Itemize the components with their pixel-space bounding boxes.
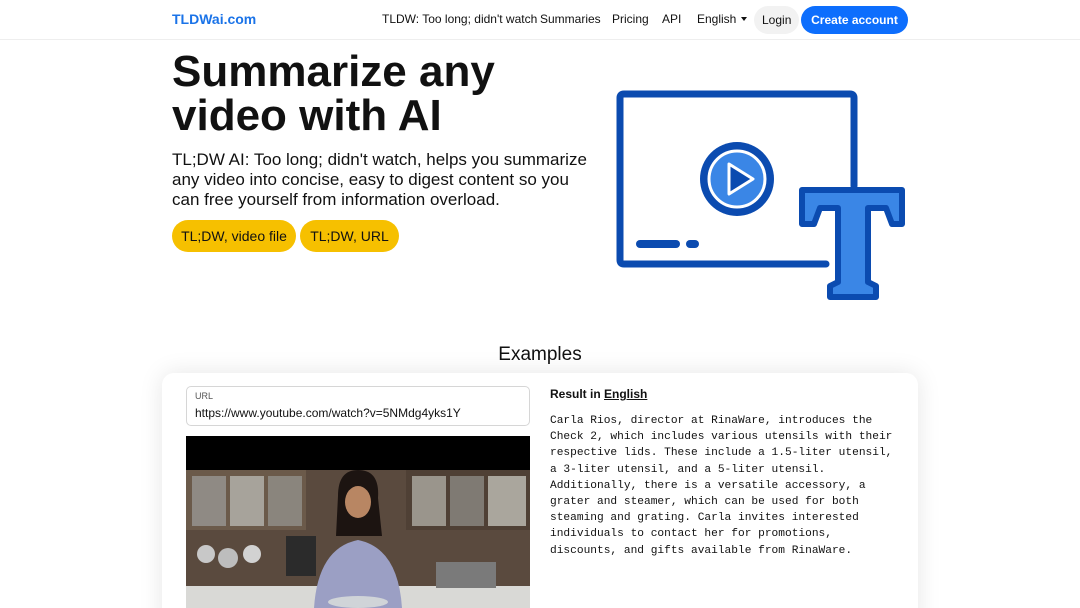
- result-language-link[interactable]: English: [604, 387, 647, 401]
- kitchen-scene-image: [186, 436, 530, 608]
- tldw-url-button[interactable]: TL;DW, URL: [300, 220, 399, 252]
- language-dropdown-label: English: [697, 12, 737, 26]
- url-field[interactable]: URL https://www.youtube.com/watch?v=5NMd…: [186, 386, 530, 426]
- login-button[interactable]: Login: [754, 6, 800, 34]
- url-field-label: URL: [195, 391, 214, 401]
- chevron-down-icon: [741, 16, 748, 21]
- url-field-value[interactable]: https://www.youtube.com/watch?v=5NMdg4yk…: [195, 406, 461, 420]
- examples-heading: Examples: [498, 344, 582, 365]
- nav-link-summaries[interactable]: Summaries: [540, 12, 601, 26]
- nav-link-api[interactable]: API: [662, 12, 681, 26]
- language-dropdown[interactable]: English: [697, 12, 748, 26]
- video-thumbnail[interactable]: [186, 436, 530, 608]
- result-heading: Result in English: [550, 387, 647, 401]
- nav-link-pricing[interactable]: Pricing: [612, 12, 649, 26]
- top-navbar: TLDWai.com TLDW: Too long; didn't watch …: [0, 0, 1080, 40]
- hero-subtitle: TL;DW AI: Too long; didn't watch, helps …: [172, 150, 587, 209]
- brand-logo-link[interactable]: TLDWai.com: [172, 11, 256, 27]
- tldw-video-file-button[interactable]: TL;DW, video file: [172, 220, 296, 252]
- create-account-button[interactable]: Create account: [801, 6, 908, 34]
- nav-link-tldw[interactable]: TLDW: Too long; didn't watch: [382, 12, 537, 26]
- text-t-icon: [799, 187, 905, 300]
- hero-title: Summarize any video with AI: [172, 47, 495, 140]
- result-label: Result in: [550, 387, 601, 401]
- result-summary-text: Carla Rios, director at RinaWare, introd…: [550, 415, 893, 557]
- video-to-text-icon: [616, 90, 905, 300]
